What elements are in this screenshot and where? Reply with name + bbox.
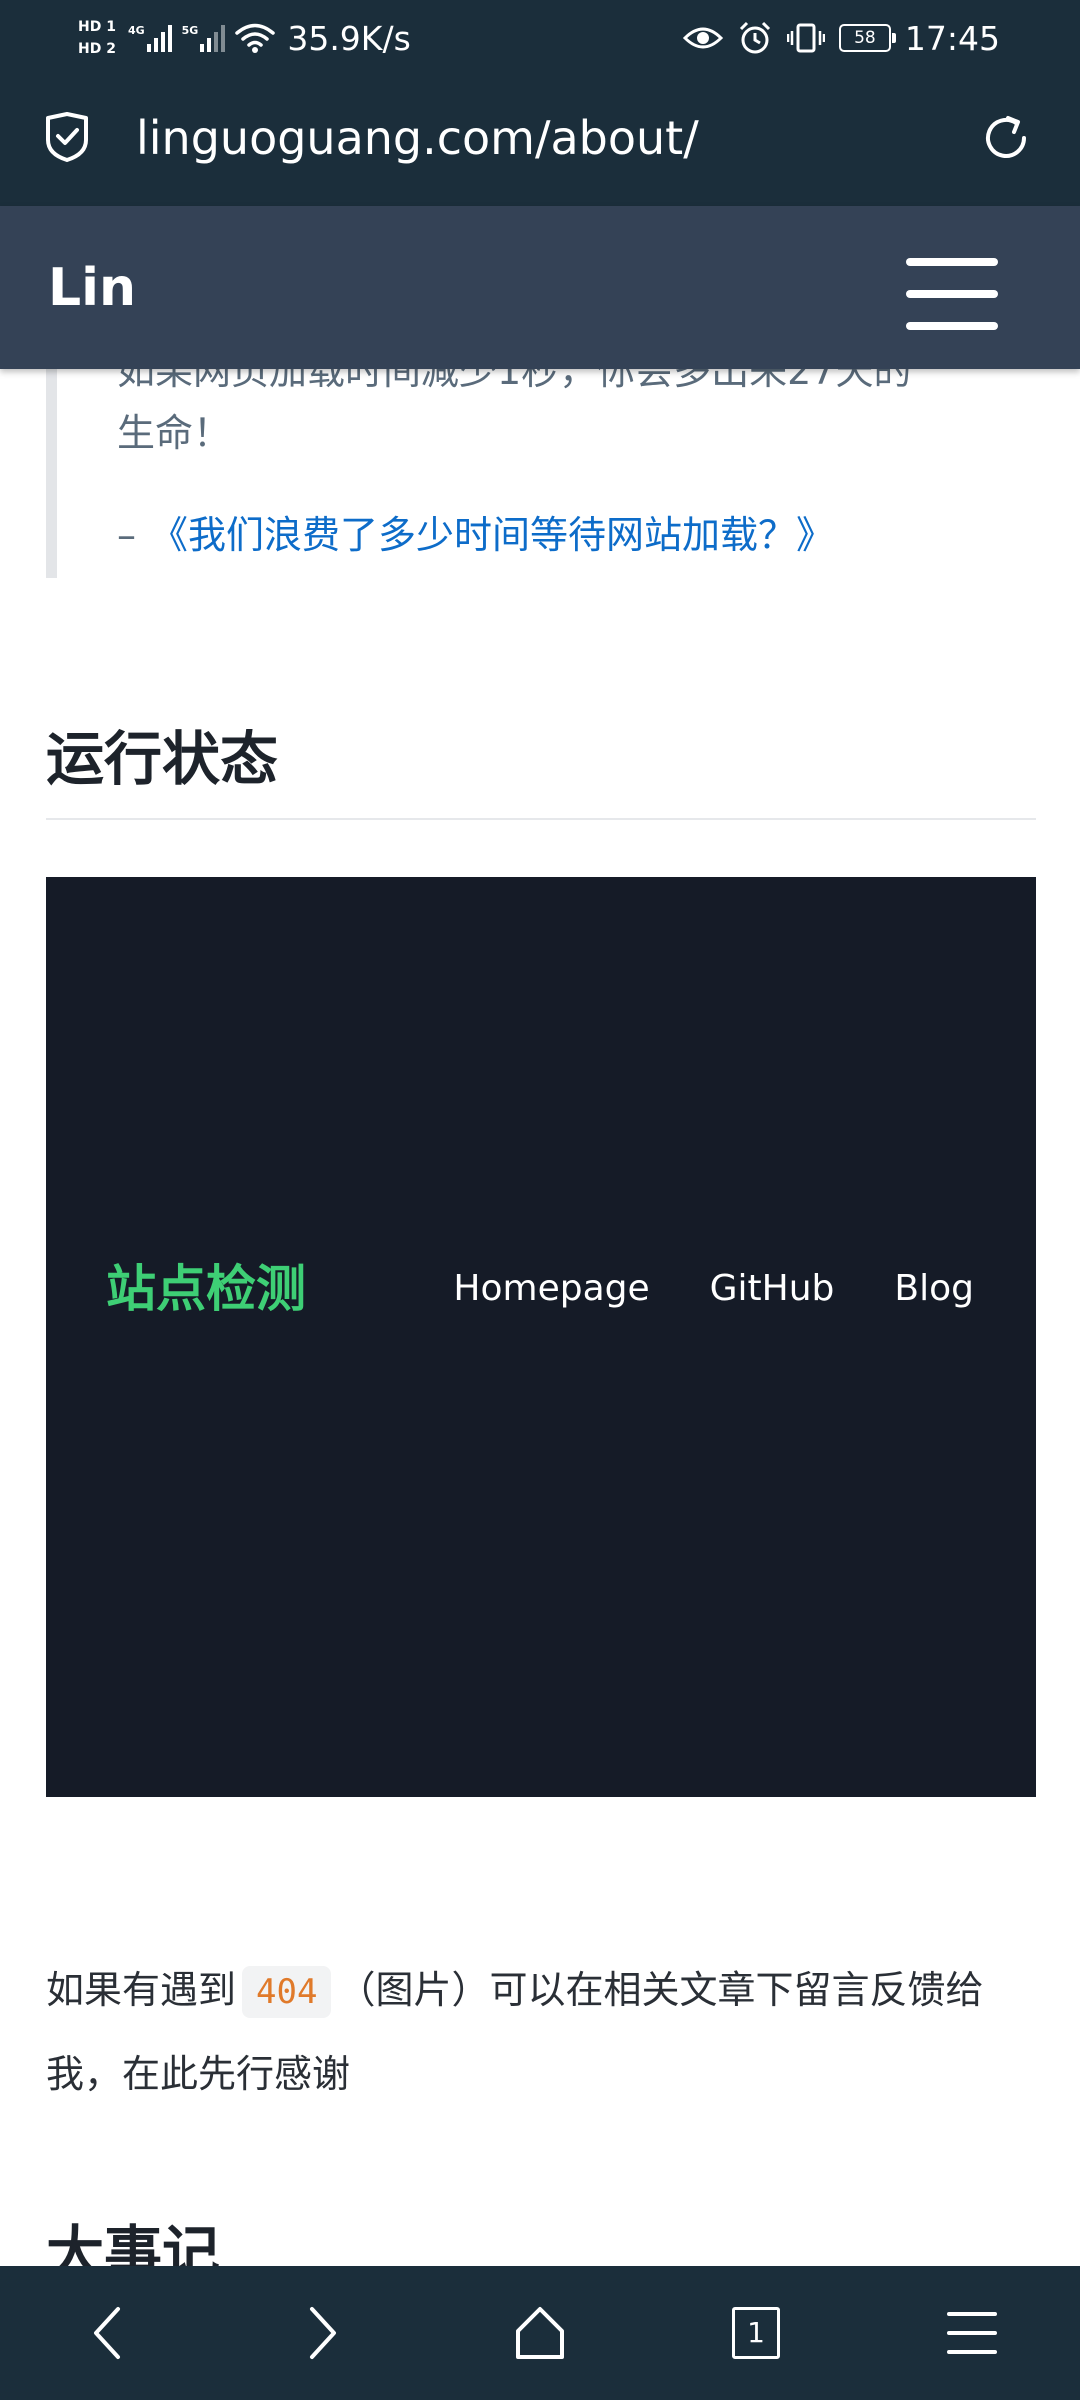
battery-indicator: 58 bbox=[838, 24, 896, 52]
embed-nav-github[interactable]: GitHub bbox=[710, 1263, 835, 1315]
menu-icon[interactable] bbox=[906, 258, 998, 330]
forward-button[interactable] bbox=[262, 2266, 382, 2400]
quote-line-2: 生命！ bbox=[117, 411, 232, 455]
site-header: Lin bbox=[0, 206, 1080, 369]
home-button[interactable] bbox=[480, 2266, 600, 2400]
network-type-2: 5G bbox=[181, 24, 199, 37]
menu-lines-icon bbox=[947, 2312, 997, 2354]
chevron-right-icon bbox=[310, 2307, 336, 2359]
inline-code-404: 404 bbox=[242, 1966, 332, 2018]
browser-bottom-nav: 1 bbox=[0, 2266, 1080, 2400]
status-left: HD 1 HD 2 4G 5G 35.9K/s bbox=[78, 10, 411, 66]
hd-badge-1: HD 1 bbox=[78, 19, 116, 35]
network-speed: 35.9K/s bbox=[287, 18, 411, 58]
quote-source-link[interactable]: 《我们浪费了多少时间等待网站加载？》 bbox=[150, 513, 834, 557]
alarm-icon bbox=[739, 21, 770, 54]
embed-title: 站点检测 bbox=[106, 1260, 306, 1318]
browser-menu-button[interactable] bbox=[912, 2266, 1032, 2400]
chevron-left-icon bbox=[94, 2307, 120, 2359]
eye-icon bbox=[682, 27, 723, 49]
signal-2-icon: 5G bbox=[182, 24, 226, 52]
embed-nav-homepage[interactable]: Homepage bbox=[453, 1263, 649, 1315]
browser-address-bar[interactable]: linguoguang.com/about/ bbox=[0, 72, 1080, 206]
feedback-note: 如果有遇到 404 （图片）可以在相关文章下留言反馈给我，在此先行感谢 bbox=[46, 1948, 1036, 2116]
status-right: 58 17:45 bbox=[682, 10, 1000, 66]
section-title-status: 运行状态 bbox=[46, 725, 279, 793]
network-type-1: 4G bbox=[127, 24, 145, 37]
home-icon bbox=[516, 2307, 564, 2359]
vibrate-icon bbox=[786, 23, 825, 53]
url-text[interactable]: linguoguang.com/about/ bbox=[136, 108, 699, 168]
site-brand[interactable]: Lin bbox=[48, 258, 136, 318]
note-text-before: 如果有遇到 bbox=[46, 1968, 237, 2012]
reload-icon[interactable] bbox=[978, 110, 1034, 166]
status-bar: HD 1 HD 2 4G 5G 35.9K/s 58 17:45 bbox=[0, 0, 1080, 72]
quote-dash: – bbox=[117, 513, 136, 557]
signal-1-icon: 4G bbox=[128, 24, 172, 52]
embed-nav-blog[interactable]: Blog bbox=[894, 1263, 974, 1315]
back-button[interactable] bbox=[48, 2266, 168, 2400]
quote-source: – 《我们浪费了多少时间等待网站加载？》 bbox=[117, 510, 1037, 560]
tab-count: 1 bbox=[732, 2307, 780, 2359]
tabs-button[interactable]: 1 bbox=[696, 2266, 816, 2400]
section-divider bbox=[46, 818, 1036, 820]
hd-badge-2: HD 2 bbox=[78, 41, 116, 57]
embed-nav: Homepage GitHub Blog bbox=[453, 1263, 974, 1315]
clock: 17:45 bbox=[904, 18, 1000, 58]
status-monitor-embed: 站点检测 Homepage GitHub Blog bbox=[46, 877, 1036, 1797]
shield-check-icon[interactable] bbox=[44, 112, 90, 162]
wifi-icon bbox=[235, 23, 276, 53]
